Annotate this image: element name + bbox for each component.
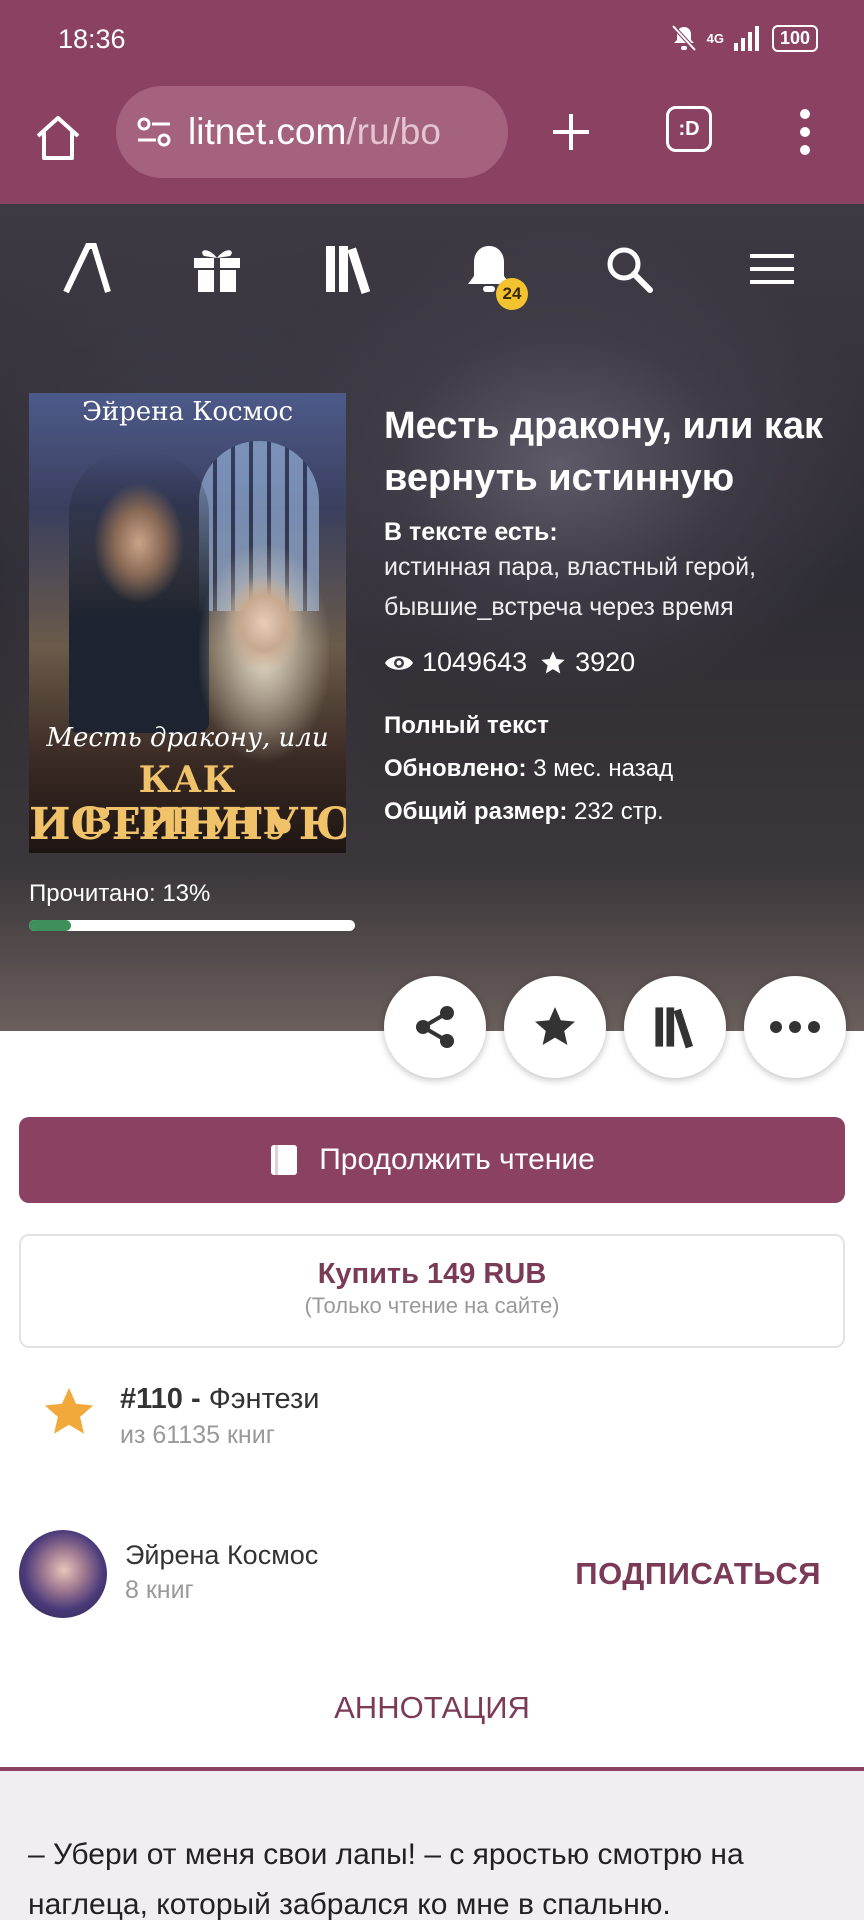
tags-label: В тексте есть:	[384, 518, 558, 546]
author-avatar[interactable]	[19, 1530, 107, 1618]
cover-figure-man	[69, 453, 209, 733]
cover-author: Эйрена Космос	[81, 397, 294, 427]
author-name[interactable]: Эйрена Космос	[125, 1540, 318, 1571]
search-icon[interactable]	[602, 242, 656, 296]
author-row: Эйрена Космос 8 книг ПОДПИСАТЬСЯ	[19, 1530, 845, 1618]
size-value: 232 стр.	[573, 798, 664, 825]
mute-icon	[671, 24, 697, 52]
rank-position: #110 -	[120, 1383, 201, 1415]
likes-count: 3920	[575, 647, 636, 677]
share-icon	[409, 1001, 461, 1053]
views-count: 1049643	[422, 647, 528, 677]
updated-value: 3 мес. назад	[533, 755, 674, 782]
gift-icon[interactable]	[190, 242, 244, 296]
network-label: 4G	[706, 30, 724, 46]
book-cover[interactable]: Эйрена Космос Месть дракону, или КАК ВЕР…	[29, 393, 346, 853]
updated-label: Обновлено:	[384, 755, 527, 782]
status-time: 18:36	[58, 24, 126, 54]
continue-reading-button[interactable]: Продолжить чтение	[19, 1117, 845, 1203]
author-book-count: 8 книг	[125, 1576, 194, 1604]
logo-icon[interactable]	[60, 242, 114, 296]
status-bar: 18:36 4G 100	[0, 0, 864, 82]
tab-annotation[interactable]: АННОТАЦИЯ	[0, 1690, 864, 1726]
url-text: litnet.com/ru/bo	[188, 111, 441, 153]
signal-icon	[733, 25, 762, 51]
notification-badge: 24	[496, 278, 528, 310]
read-progress-bar	[29, 920, 355, 931]
rank-total: из 61135 книг	[120, 1421, 275, 1449]
url-host: litnet.com	[188, 111, 347, 152]
eye-icon	[384, 652, 414, 674]
library-icon[interactable]	[322, 242, 376, 296]
buy-button[interactable]: Купить 149 RUB (Только чтение на сайте)	[19, 1234, 845, 1348]
site-settings-icon[interactable]	[134, 112, 174, 152]
star-icon	[539, 649, 567, 677]
status-icons: 4G 100	[671, 24, 818, 52]
book-info: Месть дракону, или как вернуть истинную …	[384, 400, 854, 833]
cover-subtitle: Месть дракону, или	[46, 723, 329, 753]
home-icon[interactable]	[32, 112, 84, 164]
browser-toolbar: litnet.com/ru/bo :D	[0, 82, 864, 204]
new-tab-icon[interactable]	[545, 106, 597, 158]
buy-label: Купить 149 RUB	[317, 1258, 547, 1290]
add-to-library-button[interactable]	[624, 976, 726, 1078]
menu-icon[interactable]	[746, 242, 800, 296]
book-status: Полный текст	[384, 712, 549, 739]
book-icon	[269, 1143, 299, 1177]
library-icon	[652, 1004, 698, 1050]
rank-star-icon	[40, 1383, 98, 1441]
read-progress-label: Прочитано: 13%	[29, 880, 211, 907]
size-label: Общий размер:	[384, 798, 568, 825]
book-actions	[0, 976, 864, 1080]
book-meta: Полный текст Обновлено: 3 мес. назад Общ…	[384, 704, 854, 833]
book-stats: 1049643 3920	[384, 647, 854, 678]
more-button[interactable]	[744, 976, 846, 1078]
rank-genre: Фэнтези	[208, 1383, 320, 1415]
tags-list[interactable]: истинная пара, властный герой, бывшие_вс…	[384, 547, 854, 627]
buy-note: (Только чтение на сайте)	[304, 1293, 560, 1318]
rank-line: #110 - Фэнтези	[120, 1383, 320, 1416]
cover-title-line2: ИСТИННУЮ	[29, 799, 346, 850]
genre-rank[interactable]: #110 - Фэнтези из 61135 книг	[40, 1383, 640, 1463]
browser-menu-icon[interactable]	[795, 106, 815, 158]
star-icon	[531, 1003, 579, 1051]
url-field[interactable]: litnet.com/ru/bo	[116, 86, 508, 178]
book-hero: 24 Эйрена Космос Месть дракону, или КАК …	[0, 204, 864, 1031]
like-button[interactable]	[504, 976, 606, 1078]
battery-indicator: 100	[771, 24, 818, 52]
book-title: Месть дракону, или как вернуть истинную	[384, 405, 824, 499]
tab-switcher-button[interactable]: :D	[666, 106, 712, 152]
more-icon	[769, 1020, 821, 1034]
site-nav: 24	[0, 234, 864, 310]
url-path: /ru/bo	[346, 111, 441, 152]
annotation-text: – Убери от меня свои лапы! – с яростью с…	[28, 1838, 744, 1921]
read-progress-fill	[29, 920, 72, 931]
subscribe-button[interactable]: ПОДПИСАТЬСЯ	[575, 1556, 821, 1592]
share-button[interactable]	[384, 976, 486, 1078]
continue-reading-label: Продолжить чтение	[319, 1143, 595, 1176]
